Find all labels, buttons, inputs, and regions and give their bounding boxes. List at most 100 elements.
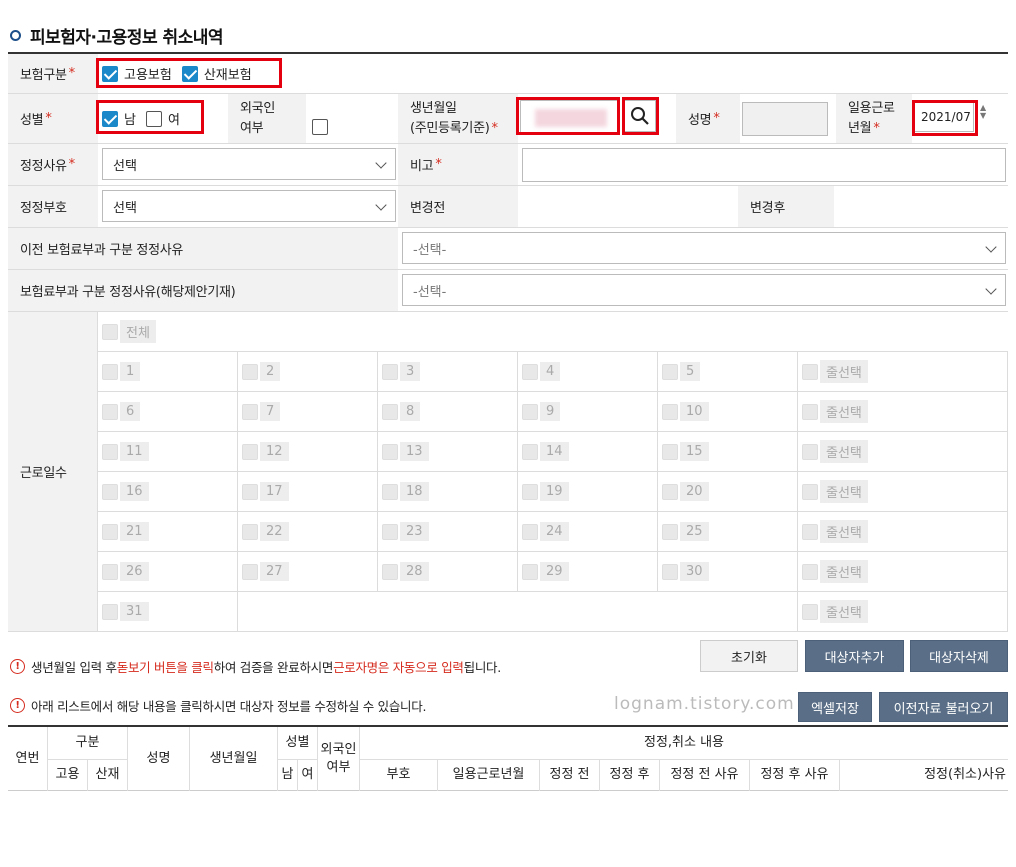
workday-2-checkbox[interactable]: [242, 363, 258, 380]
workday-23-checkbox[interactable]: [382, 523, 398, 540]
workday-27[interactable]: 27: [242, 562, 289, 581]
workday-1-cell: 1: [98, 352, 238, 392]
workday-28-checkbox[interactable]: [382, 563, 398, 580]
reset-button[interactable]: 초기화: [700, 640, 798, 672]
row-select-3[interactable]: 줄선택: [802, 440, 868, 463]
workday-17[interactable]: 17: [242, 482, 289, 501]
title-bullet-icon: [10, 29, 21, 41]
workday-19[interactable]: 19: [522, 482, 569, 501]
load-previous-button[interactable]: 이전자료 불러오기: [879, 692, 1008, 722]
highlight-box-search: [622, 97, 659, 135]
workday-13-checkbox[interactable]: [382, 443, 398, 460]
workday-20[interactable]: 20: [662, 482, 709, 501]
workday-31-checkbox[interactable]: [102, 603, 118, 620]
workday-29[interactable]: 29: [522, 562, 569, 581]
workday-2[interactable]: 2: [242, 362, 281, 381]
prev-reason-select[interactable]: -선택-: [402, 232, 1006, 264]
workday-19-checkbox[interactable]: [522, 483, 538, 500]
workday-17-cell: 17: [238, 472, 378, 512]
workday-6[interactable]: 6: [102, 402, 141, 421]
workday-1[interactable]: 1: [102, 362, 141, 381]
row-select-4-checkbox[interactable]: [802, 483, 818, 500]
workday-6-checkbox[interactable]: [102, 403, 118, 420]
workday-22[interactable]: 22: [242, 522, 289, 541]
workday-30[interactable]: 30: [662, 562, 709, 581]
workday-24[interactable]: 24: [522, 522, 569, 541]
row-select-5[interactable]: 줄선택: [802, 520, 868, 543]
workday-16[interactable]: 16: [102, 482, 149, 501]
workday-12-checkbox[interactable]: [242, 443, 258, 460]
workday-25-checkbox[interactable]: [662, 523, 678, 540]
row-select-5-checkbox[interactable]: [802, 523, 818, 540]
month-spinner-icon[interactable]: ▲ ▼: [980, 104, 986, 120]
insurance-reason-select[interactable]: -선택-: [402, 274, 1006, 306]
workday-26-checkbox[interactable]: [102, 563, 118, 580]
workday-26-cell: 26: [98, 552, 238, 592]
workday-10[interactable]: 10: [662, 402, 709, 421]
workday-27-checkbox[interactable]: [242, 563, 258, 580]
workday-31[interactable]: 31: [102, 602, 149, 621]
workday-23[interactable]: 23: [382, 522, 429, 541]
workday-1-checkbox[interactable]: [102, 363, 118, 380]
row-select-1[interactable]: 줄선택: [802, 360, 868, 383]
workday-15[interactable]: 15: [662, 442, 709, 461]
workday-12[interactable]: 12: [242, 442, 289, 461]
workday-21-checkbox[interactable]: [102, 523, 118, 540]
workday-1-label: 1: [120, 362, 141, 381]
row-select-2-checkbox[interactable]: [802, 403, 818, 420]
workday-8-checkbox[interactable]: [382, 403, 398, 420]
row-select-1-checkbox[interactable]: [802, 363, 818, 380]
row-select-7-checkbox[interactable]: [802, 603, 818, 620]
workday-all-checkbox[interactable]: [102, 323, 118, 340]
add-target-button[interactable]: 대상자추가: [805, 640, 904, 672]
workday-26[interactable]: 26: [102, 562, 149, 581]
workday-4-checkbox[interactable]: [522, 363, 538, 380]
workday-8-label: 8: [400, 402, 421, 421]
workday-29-checkbox[interactable]: [522, 563, 538, 580]
workday-5[interactable]: 5: [662, 362, 701, 381]
workday-22-checkbox[interactable]: [242, 523, 258, 540]
workday-8[interactable]: 8: [382, 402, 421, 421]
workday-18-checkbox[interactable]: [382, 483, 398, 500]
row-select-6-checkbox[interactable]: [802, 563, 818, 580]
workday-13[interactable]: 13: [382, 442, 429, 461]
foreigner-checkbox[interactable]: [312, 119, 328, 135]
watermark-text: lognam.tistory.com: [614, 694, 795, 714]
row-select-6[interactable]: 줄선택: [802, 560, 868, 583]
workday-28[interactable]: 28: [382, 562, 429, 581]
delete-target-button[interactable]: 대상자삭제: [910, 640, 1008, 672]
workday-24-checkbox[interactable]: [522, 523, 538, 540]
workday-21[interactable]: 21: [102, 522, 149, 541]
workday-20-checkbox[interactable]: [662, 483, 678, 500]
workday-15-checkbox[interactable]: [662, 443, 678, 460]
workday-4[interactable]: 4: [522, 362, 561, 381]
workday-9[interactable]: 9: [522, 402, 561, 421]
workday-18[interactable]: 18: [382, 482, 429, 501]
workday-3[interactable]: 3: [382, 362, 421, 381]
workday-14[interactable]: 14: [522, 442, 569, 461]
workday-11-checkbox[interactable]: [102, 443, 118, 460]
workday-14-checkbox[interactable]: [522, 443, 538, 460]
row-select-7[interactable]: 줄선택: [802, 600, 868, 623]
correction-code-select[interactable]: 선택: [102, 190, 396, 222]
excel-save-button[interactable]: 엑셀저장: [798, 692, 872, 722]
correction-reason-select[interactable]: 선택: [102, 148, 396, 180]
workday-16-checkbox[interactable]: [102, 483, 118, 500]
remarks-input[interactable]: [522, 148, 1006, 182]
workday-all[interactable]: 전체: [102, 320, 156, 343]
workday-7-checkbox[interactable]: [242, 403, 258, 420]
workday-3-checkbox[interactable]: [382, 363, 398, 380]
row-select-3-checkbox[interactable]: [802, 443, 818, 460]
workday-7[interactable]: 7: [242, 402, 281, 421]
workday-20-cell: 20: [658, 472, 798, 512]
workday-10-checkbox[interactable]: [662, 403, 678, 420]
workday-5-checkbox[interactable]: [662, 363, 678, 380]
workday-11[interactable]: 11: [102, 442, 149, 461]
row-select-4[interactable]: 줄선택: [802, 480, 868, 503]
chevron-down-icon: [375, 199, 387, 211]
row-select-2[interactable]: 줄선택: [802, 400, 868, 423]
workday-30-checkbox[interactable]: [662, 563, 678, 580]
workday-17-checkbox[interactable]: [242, 483, 258, 500]
workday-25[interactable]: 25: [662, 522, 709, 541]
workday-9-checkbox[interactable]: [522, 403, 538, 420]
